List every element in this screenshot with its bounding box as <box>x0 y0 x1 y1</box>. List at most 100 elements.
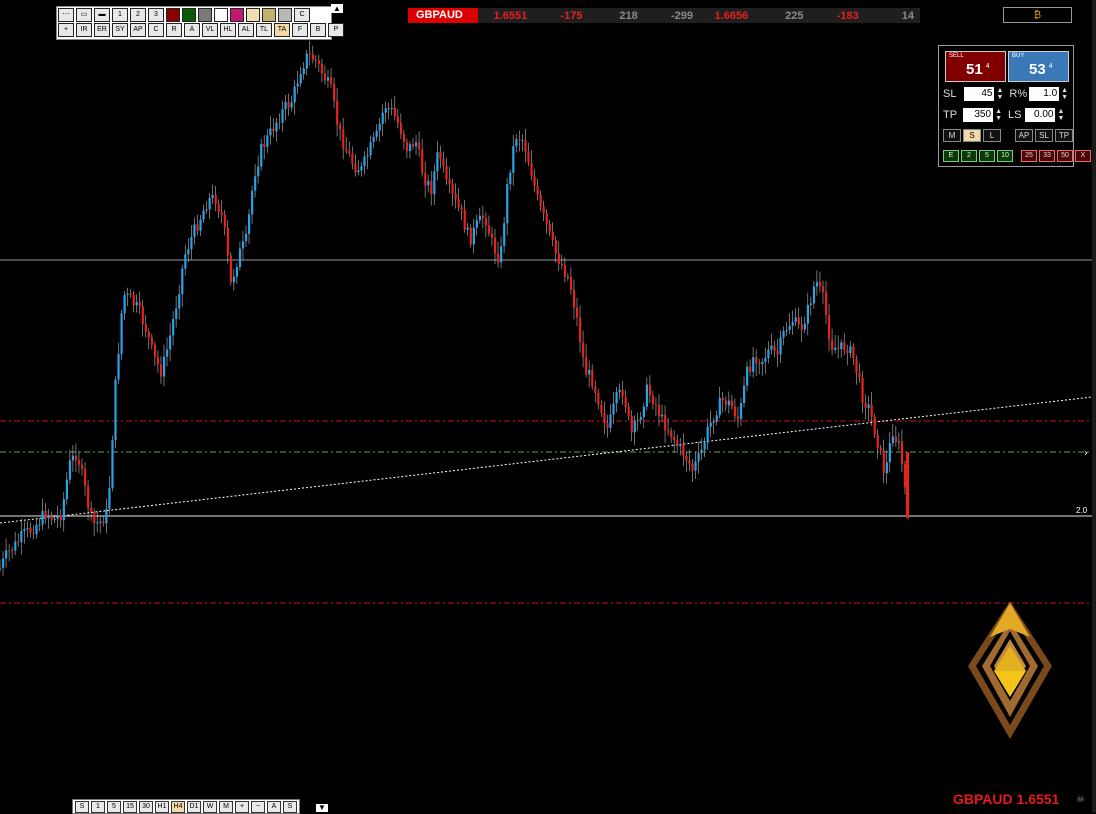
tool-sy[interactable]: SY <box>112 23 128 37</box>
candle <box>336 100 339 125</box>
sell-price: 51 4 <box>966 61 990 78</box>
candle <box>108 487 111 510</box>
candle <box>633 420 636 433</box>
candle <box>451 184 454 194</box>
candle <box>293 86 296 103</box>
mode-l-button[interactable]: L <box>983 129 1001 142</box>
toolbar-btn-1[interactable]: ▭ <box>76 8 92 22</box>
timeframe-11[interactable]: − <box>251 800 265 813</box>
ticker-symbol[interactable]: GBPAUD <box>408 8 478 23</box>
trendline[interactable] <box>0 396 1092 524</box>
candle <box>35 524 38 535</box>
close-50-button[interactable]: 50 <box>1057 149 1073 162</box>
timeframe-10[interactable]: + <box>235 800 249 813</box>
toolbar-btn-2[interactable]: ▬ <box>94 8 110 22</box>
candle <box>442 159 445 166</box>
candle <box>888 443 891 463</box>
toolbar-btn-0[interactable]: ⋯ <box>58 8 74 22</box>
toolbar-btn-14[interactable]: C <box>294 8 310 22</box>
tool-ir[interactable]: IR <box>76 23 92 37</box>
close-10-button[interactable]: 10 <box>997 149 1013 162</box>
candle <box>755 357 758 364</box>
lot-size-input[interactable]: 0.00 <box>1025 107 1056 122</box>
tp-button[interactable]: TP <box>1055 129 1073 142</box>
tool-f[interactable]: F <box>292 23 308 37</box>
color-swatch-8[interactable] <box>198 8 212 22</box>
candle <box>861 377 864 403</box>
tool-c[interactable]: C <box>148 23 164 37</box>
close-partial-red: 25 33 50 X <box>1021 149 1093 162</box>
color-swatch-12[interactable] <box>262 8 276 22</box>
timeframe-6[interactable]: H4 <box>171 800 185 813</box>
mode-s-button[interactable]: S <box>963 129 981 142</box>
timeframe-5[interactable]: H1 <box>155 800 169 813</box>
sell-button[interactable]: SELL 51 4 <box>945 51 1006 82</box>
candle <box>685 455 688 461</box>
risk-percent-stepper[interactable]: ▲ ▼ <box>1061 87 1068 101</box>
close-25-button[interactable]: 25 <box>1021 149 1037 162</box>
tool-hl[interactable]: HL <box>220 23 236 37</box>
candle <box>654 404 658 406</box>
timeframe-3[interactable]: 15 <box>123 800 137 813</box>
timeframe-7[interactable]: D1 <box>187 800 201 813</box>
timeframe-0[interactable]: S <box>75 800 89 813</box>
close-33-button[interactable]: 33 <box>1039 149 1055 162</box>
timeframe-9[interactable]: M <box>219 800 233 813</box>
tool-b[interactable]: B <box>310 23 326 37</box>
mode-m-button[interactable]: M <box>943 129 961 142</box>
price-chart[interactable]: › <box>0 0 1092 813</box>
tool-tl[interactable]: TL <box>256 23 272 37</box>
candle <box>828 315 831 340</box>
tool-r[interactable]: R <box>166 23 182 37</box>
color-swatch-7[interactable] <box>182 8 196 22</box>
candle <box>612 403 615 415</box>
tp-stepper[interactable]: ▲ ▼ <box>995 108 1002 122</box>
ap-button[interactable]: AP <box>1015 129 1033 142</box>
candle <box>497 253 500 263</box>
timeframe-2[interactable]: 5 <box>107 800 121 813</box>
candle <box>169 335 172 350</box>
buy-button[interactable]: BUY 53 4 <box>1008 51 1069 82</box>
candle <box>390 107 393 109</box>
lot-size-stepper[interactable]: ▲ ▼ <box>1057 108 1064 122</box>
color-swatch-6[interactable] <box>166 8 180 22</box>
close-e-button[interactable]: E <box>943 149 959 162</box>
toolbar-btn-3[interactable]: 1 <box>112 8 128 22</box>
color-swatch-10[interactable] <box>230 8 244 22</box>
toolbar-collapse-button[interactable]: ▲ <box>331 4 343 13</box>
toolbar-btn-4[interactable]: 2 <box>130 8 146 22</box>
tool-add[interactable]: + <box>58 23 74 37</box>
risk-percent-input[interactable]: 1.0 <box>1029 86 1060 101</box>
timeframe-collapse-button[interactable]: ▼ <box>316 804 328 812</box>
sl-stepper[interactable]: ▲ ▼ <box>996 87 1003 101</box>
tool-a[interactable]: A <box>184 23 200 37</box>
toolbar-btn-5[interactable]: 3 <box>148 8 164 22</box>
timeframe-12[interactable]: A <box>267 800 281 813</box>
tool-er[interactable]: ER <box>94 23 110 37</box>
tool-ta[interactable]: TA <box>274 23 290 37</box>
close-5-button[interactable]: 5 <box>979 149 995 162</box>
bitcoin-button[interactable]: ₿ <box>1003 7 1072 23</box>
color-swatch-13[interactable] <box>278 8 292 22</box>
candle <box>797 317 800 325</box>
close-x-button[interactable]: X <box>1075 149 1091 162</box>
timeframe-1[interactable]: 1 <box>91 800 105 813</box>
tool-p[interactable]: P <box>328 23 344 37</box>
close-2-button[interactable]: 2 <box>961 149 977 162</box>
candle <box>818 282 822 287</box>
color-swatch-11[interactable] <box>246 8 260 22</box>
color-swatch-9[interactable] <box>214 8 228 22</box>
timeframe-8[interactable]: W <box>203 800 217 813</box>
candle <box>563 265 567 277</box>
tool-ap[interactable]: AP <box>130 23 146 37</box>
candle <box>481 215 485 219</box>
tool-vl[interactable]: VL <box>202 23 218 37</box>
timeframe-4[interactable]: 30 <box>139 800 153 813</box>
candle <box>102 521 105 524</box>
sl-button[interactable]: SL <box>1035 129 1053 142</box>
tp-input[interactable]: 350 <box>963 107 994 122</box>
tool-al[interactable]: AL <box>238 23 254 37</box>
sl-input[interactable]: 45 <box>964 86 995 101</box>
timeframe-13[interactable]: S <box>283 800 297 813</box>
candle <box>202 210 205 220</box>
